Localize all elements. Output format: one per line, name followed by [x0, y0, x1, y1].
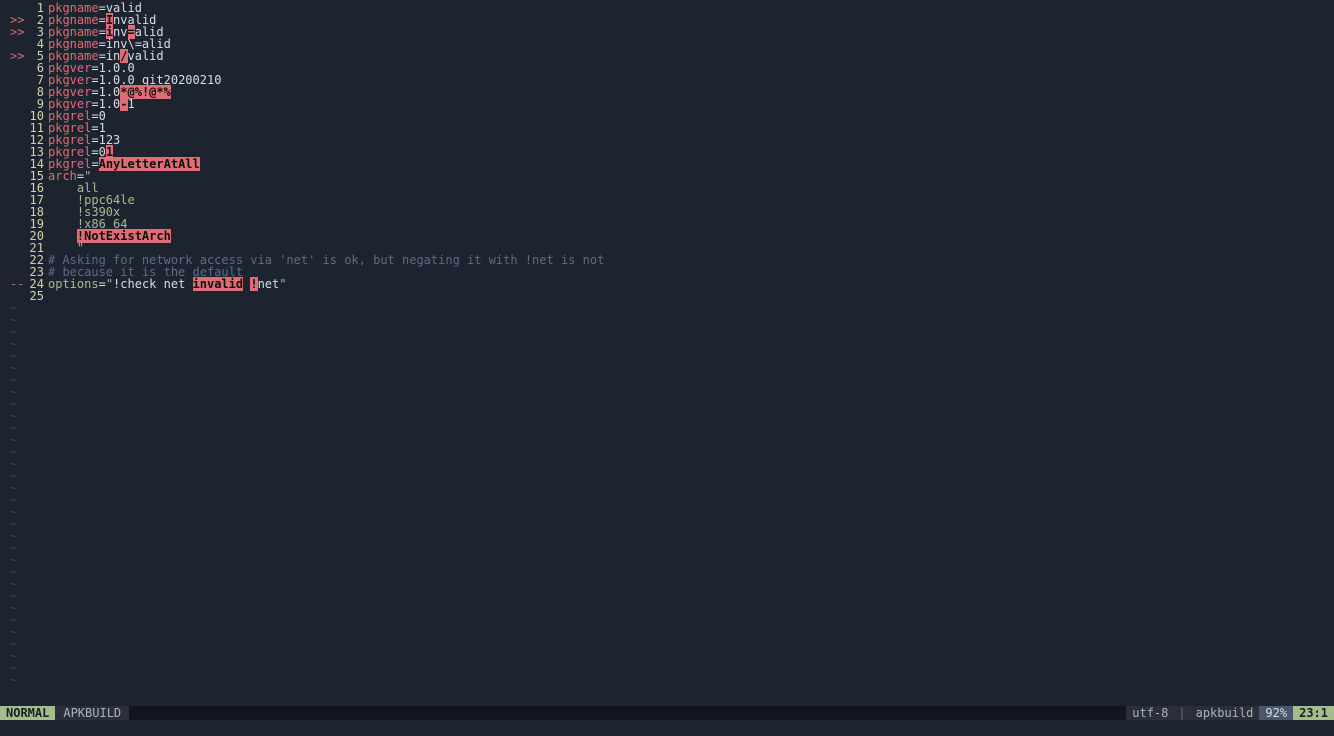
empty-line: ~ [0, 530, 1334, 542]
empty-line: ~ [0, 326, 1334, 338]
sign-column [0, 194, 24, 206]
empty-line: ~ [0, 386, 1334, 398]
code-line[interactable]: 20 !NotExistArch [0, 230, 1334, 242]
sign-column [0, 182, 24, 194]
code-line[interactable]: >>3pkgname=inv=alid [0, 26, 1334, 38]
empty-line: ~ [0, 614, 1334, 626]
sign-column [0, 134, 24, 146]
code-line[interactable]: 17 !ppc64le [0, 194, 1334, 206]
empty-line: ~ [0, 482, 1334, 494]
sign-column [0, 74, 24, 86]
sign-column [0, 62, 24, 74]
sign-column [0, 170, 24, 182]
code-line[interactable]: 14pkgrel=AnyLetterAtAll [0, 158, 1334, 170]
empty-line: ~ [0, 638, 1334, 650]
sign-column [0, 146, 24, 158]
empty-line: ~ [0, 626, 1334, 638]
empty-line: ~ [0, 374, 1334, 386]
scroll-percent: 92% [1259, 706, 1293, 720]
empty-line: ~ [0, 554, 1334, 566]
line-content[interactable]: options="!check net invalid !net" [46, 278, 287, 290]
empty-line: ~ [0, 518, 1334, 530]
sign-column [0, 122, 24, 134]
line-number: 25 [24, 290, 46, 302]
code-area[interactable]: 1pkgname=valid>>2pkgname=Invalid>>3pkgna… [0, 0, 1334, 706]
filename: APKBUILD [55, 706, 129, 720]
code-line[interactable]: 8pkgver=1.0*@%!@*% [0, 86, 1334, 98]
code-line[interactable]: 12pkgrel=123 [0, 134, 1334, 146]
sign-column [0, 158, 24, 170]
empty-line: ~ [0, 470, 1334, 482]
code-line[interactable]: 7pkgver=1.0.0_git20200210 [0, 74, 1334, 86]
sign-column: -- [0, 278, 24, 290]
empty-line: ~ [0, 566, 1334, 578]
code-line[interactable]: --24options="!check net invalid !net" [0, 278, 1334, 290]
code-line[interactable]: 18 !s390x [0, 206, 1334, 218]
empty-line: ~ [0, 338, 1334, 350]
sign-column [0, 206, 24, 218]
code-line[interactable]: 13pkgrel=01 [0, 146, 1334, 158]
empty-line: ~ [0, 362, 1334, 374]
sign-column [0, 98, 24, 110]
empty-line: ~ [0, 542, 1334, 554]
empty-line: ~ [0, 446, 1334, 458]
line-content[interactable] [46, 290, 48, 302]
code-line[interactable]: 1pkgname=valid [0, 2, 1334, 14]
code-line[interactable]: 11pkgrel=1 [0, 122, 1334, 134]
empty-line: ~ [0, 494, 1334, 506]
empty-line: ~ [0, 458, 1334, 470]
empty-line: ~ [0, 674, 1334, 686]
empty-line: ~ [0, 410, 1334, 422]
command-line[interactable] [0, 720, 1334, 736]
code-line[interactable]: 15arch=" [0, 170, 1334, 182]
sign-column [0, 254, 24, 266]
empty-line: ~ [0, 650, 1334, 662]
code-line[interactable]: 4pkgname=inv\=alid [0, 38, 1334, 50]
code-line[interactable]: >>5pkgname=in/valid [0, 50, 1334, 62]
code-line[interactable]: >>2pkgname=Invalid [0, 14, 1334, 26]
filetype: apkbuild [1190, 706, 1260, 720]
sign-column [0, 86, 24, 98]
empty-line: ~ [0, 350, 1334, 362]
mode-indicator: NORMAL [0, 706, 55, 720]
separator: | [1174, 706, 1189, 720]
empty-line: ~ [0, 578, 1334, 590]
empty-line: ~ [0, 662, 1334, 674]
sign-column [0, 230, 24, 242]
code-line[interactable]: 10pkgrel=0 [0, 110, 1334, 122]
empty-line: ~ [0, 314, 1334, 326]
sign-column [0, 242, 24, 254]
code-line[interactable]: 9pkgver=1.0-1 [0, 98, 1334, 110]
empty-line: ~ [0, 434, 1334, 446]
empty-line: ~ [0, 590, 1334, 602]
status-bar: NORMAL APKBUILD utf-8 | apkbuild 92% 23:… [0, 706, 1334, 720]
empty-line: ~ [0, 506, 1334, 518]
empty-line: ~ [0, 302, 1334, 314]
empty-line: ~ [0, 602, 1334, 614]
tilde-icon: ~ [0, 674, 17, 686]
sign-column [0, 110, 24, 122]
empty-line: ~ [0, 422, 1334, 434]
editor: 1pkgname=valid>>2pkgname=Invalid>>3pkgna… [0, 0, 1334, 736]
sign-column: >> [0, 50, 24, 62]
code-line[interactable]: 25 [0, 290, 1334, 302]
code-line[interactable]: 19 !x86_64 [0, 218, 1334, 230]
empty-line: ~ [0, 398, 1334, 410]
sign-column [0, 218, 24, 230]
sign-column: >> [0, 26, 24, 38]
cursor-position: 23:1 [1293, 706, 1334, 720]
encoding: utf-8 [1126, 706, 1174, 720]
code-line[interactable]: 16 all [0, 182, 1334, 194]
